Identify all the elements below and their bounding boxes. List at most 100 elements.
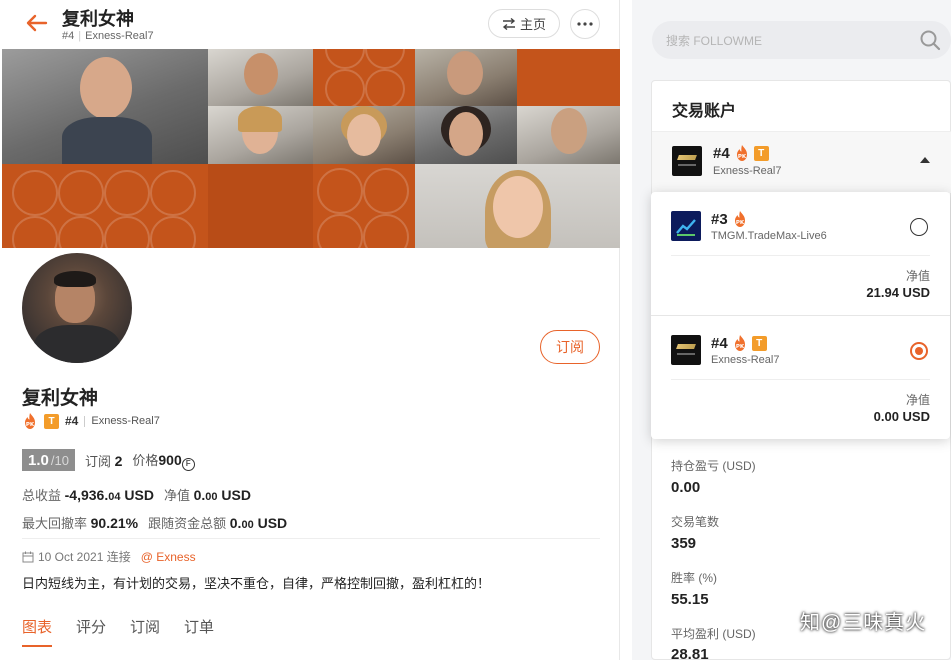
account-option-server: TMGM.TradeMax-Live6 xyxy=(711,230,827,242)
score-badge: 1.0/10 xyxy=(22,449,75,471)
net-value-stat: 净值 0.00 USD xyxy=(164,485,251,504)
page-title: 复利女神 xyxy=(62,9,134,29)
connection-date: 10 Oct 2021 连接 xyxy=(38,550,131,564)
account-rank: #4 xyxy=(62,30,75,42)
net-value-value: 0. xyxy=(193,487,206,503)
follow-total-label: 跟随资金总额 xyxy=(148,516,227,531)
avg-profit-value: 28.81 xyxy=(671,646,709,660)
tab-chart[interactable]: 图表 xyxy=(22,616,53,647)
svg-text:PK: PK xyxy=(736,220,745,226)
account-option-server: Exness-Real7 xyxy=(711,354,780,366)
net-value-label: 净值 xyxy=(905,393,930,407)
selected-account-id: #4 PK T xyxy=(713,144,769,162)
trader-description: 日内短线为主，有计划的交易，坚决不重仓，自律，严格控制回撤，盈利杠杠的！ xyxy=(22,576,491,591)
net-value: 21.94 USD xyxy=(866,285,930,300)
trading-accounts-title: 交易账户 xyxy=(672,103,737,120)
total-profit-value: -4,936. xyxy=(64,487,109,503)
search-icon[interactable] xyxy=(919,29,941,51)
t-badge: T xyxy=(753,145,769,161)
total-profit-unit: USD xyxy=(124,487,154,503)
svg-text:PK: PK xyxy=(738,154,747,160)
tab-orders[interactable]: 订单 xyxy=(184,616,214,647)
account-option-radio[interactable] xyxy=(910,218,928,236)
banner-photo xyxy=(517,106,620,164)
follow-total-decimal: 00 xyxy=(241,519,254,531)
total-profit-decimal: 04 xyxy=(108,491,121,503)
page-subtitle: #4 | Exness-Real7 xyxy=(62,30,154,42)
banner-tile xyxy=(208,164,313,248)
tmgm-logo-icon xyxy=(671,211,701,241)
t-badge: T xyxy=(751,335,767,351)
selected-account-server: Exness-Real7 xyxy=(713,165,782,177)
win-rate-label: 胜率 (%) xyxy=(671,571,717,585)
subscribers-label: 订阅 xyxy=(84,453,111,469)
banner-photo xyxy=(415,164,620,248)
more-options-button[interactable] xyxy=(570,9,600,39)
tab-subscriptions[interactable]: 订阅 xyxy=(130,616,160,647)
svg-text:PK: PK xyxy=(736,344,745,350)
subscribe-button[interactable]: 订阅 xyxy=(540,330,600,364)
account-option[interactable]: #3 PK TMGM.TradeMax-Live6 净值 21.94 USD xyxy=(651,192,950,315)
banner-tile xyxy=(313,49,415,109)
pk-fire-icon: PK xyxy=(734,335,745,351)
profile-banner xyxy=(2,49,620,248)
follow-total-stat: 跟随资金总额 0.00 USD xyxy=(148,513,287,532)
account-option-rank: #4 xyxy=(711,334,728,352)
banner-photo xyxy=(208,106,313,164)
account-option-id: #3 PK xyxy=(711,210,748,228)
max-drawdown-value: 90.21% xyxy=(90,515,139,531)
swap-icon xyxy=(502,17,516,30)
back-arrow-icon[interactable] xyxy=(24,10,50,36)
open-pnl-label: 持仓盈亏 (USD) xyxy=(671,459,756,473)
account-option-id: #4 PK T xyxy=(711,334,767,352)
t-badge: T xyxy=(44,413,59,429)
account-server: Exness-Real7 xyxy=(85,30,154,42)
trades-count-label: 交易笔数 xyxy=(671,515,720,529)
banner-tile xyxy=(2,164,208,248)
more-icon xyxy=(577,22,593,26)
net-value-decimal: 00 xyxy=(205,491,218,503)
divider xyxy=(671,255,930,256)
trader-avatar xyxy=(22,253,132,363)
max-drawdown-stat: 最大回撤率 90.21% xyxy=(22,513,138,532)
caret-up-icon[interactable] xyxy=(920,157,930,163)
account-option-radio-selected[interactable] xyxy=(910,342,928,360)
drawdown-row: 最大回撤率 90.21% 跟随资金总额 0.00 USD xyxy=(22,513,287,532)
account-dropdown: #3 PK TMGM.TradeMax-Live6 净值 21.94 USD #… xyxy=(651,192,950,439)
net-value-label: 净值 xyxy=(905,269,930,283)
pk-fire-icon: PK xyxy=(734,211,745,227)
calendar-icon xyxy=(22,551,34,562)
profit-row: 总收益 -4,936.04 USD 净值 0.00 USD xyxy=(22,485,251,504)
home-button[interactable]: 主页 xyxy=(488,9,560,38)
follow-total-unit: USD xyxy=(257,515,288,531)
banner-photo xyxy=(415,49,517,106)
svg-text:PK: PK xyxy=(26,422,35,428)
open-pnl-value: 0.00 xyxy=(671,479,701,496)
banner-photo xyxy=(208,49,313,106)
search-input[interactable]: 搜索 FOLLOWME xyxy=(652,21,951,59)
broker-link[interactable]: @ Exness xyxy=(141,550,196,564)
follow-total-value: 0. xyxy=(229,515,242,531)
account-option-rank: #3 xyxy=(711,210,728,228)
score-max: /10 xyxy=(50,452,69,468)
banner-photo xyxy=(415,106,517,164)
banner-photo xyxy=(2,49,208,167)
price-stat: 价格900 F xyxy=(132,450,195,471)
account-selector[interactable]: #4 PK T Exness-Real7 xyxy=(652,131,951,193)
pk-fire-icon: PK xyxy=(736,145,747,161)
total-profit-stat: 总收益 -4,936.04 USD xyxy=(22,485,154,504)
subscribers-count: 2 xyxy=(114,452,123,469)
account-option[interactable]: #4 PK T Exness-Real7 净值 0.00 USD xyxy=(651,316,950,439)
net-value-unit: USD xyxy=(221,487,251,503)
account-server: Exness-Real7 xyxy=(91,415,160,427)
banner-photo xyxy=(313,106,415,164)
win-rate-value: 55.15 xyxy=(671,591,709,608)
home-button-label: 主页 xyxy=(519,17,546,32)
tab-rating[interactable]: 评分 xyxy=(76,616,106,647)
price-value: 900 xyxy=(158,451,182,468)
total-profit-label: 总收益 xyxy=(22,488,62,503)
trader-name: 复利女神 xyxy=(22,388,99,409)
coin-icon: F xyxy=(181,457,195,471)
price-label: 价格 xyxy=(132,452,159,468)
separator xyxy=(84,415,86,427)
